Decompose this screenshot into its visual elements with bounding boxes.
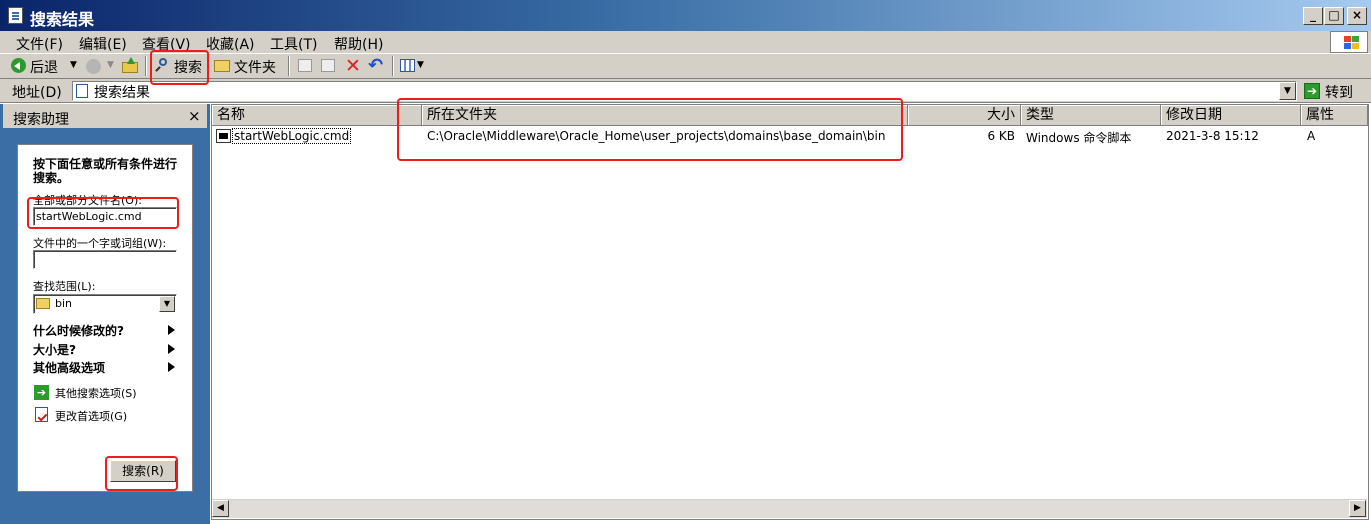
document-icon	[8, 7, 23, 24]
folders-icon[interactable]	[214, 60, 230, 72]
address-dropdown-button[interactable]: ▼	[1279, 82, 1296, 100]
back-dropdown-icon[interactable]: ▼	[70, 60, 77, 70]
word-input[interactable]	[33, 250, 177, 269]
advanced-options-link[interactable]: 其他高级选项	[33, 359, 105, 376]
result-modified: 2021-3-8 15:12	[1166, 129, 1259, 143]
word-label: 文件中的一个字或词组(W):	[33, 237, 167, 250]
copy-to-icon[interactable]	[321, 59, 335, 72]
column-header-type[interactable]: 类型	[1021, 105, 1161, 126]
move-to-icon[interactable]	[298, 59, 312, 72]
minimize-button[interactable]: _	[1303, 7, 1323, 25]
windows-logo-icon	[1330, 31, 1368, 53]
up-folder-icon[interactable]	[122, 57, 138, 74]
other-search-options-link[interactable]: 其他搜索选项(S)	[55, 385, 137, 401]
column-header-size[interactable]: 大小	[908, 105, 1021, 126]
title-bar	[0, 0, 1371, 31]
menu-tools[interactable]: 工具(T)	[270, 34, 317, 54]
result-name[interactable]: startWebLogic.cmd	[232, 128, 352, 144]
go-arrow-icon[interactable]: ➔	[1304, 83, 1320, 99]
highlight-search-toolbar	[150, 50, 209, 85]
scroll-right-button[interactable]: ▶	[1349, 500, 1366, 517]
column-header-attributes[interactable]: 属性	[1301, 105, 1368, 126]
menu-help[interactable]: 帮助(H)	[334, 34, 383, 54]
toolbar-separator	[392, 56, 394, 76]
folders-button[interactable]: 文件夹	[234, 57, 276, 77]
views-icon[interactable]	[400, 59, 415, 72]
lookin-label: 查找范围(L):	[33, 280, 96, 293]
results-list	[211, 104, 1369, 520]
back-button[interactable]: 后退	[30, 57, 58, 77]
toolbar-separator	[145, 56, 147, 76]
close-button[interactable]: ×	[1347, 7, 1367, 25]
expand-arrow-icon[interactable]	[168, 362, 175, 372]
toolbar-separator	[288, 56, 290, 76]
change-preferences-link[interactable]: 更改首选项(G)	[55, 408, 127, 424]
size-link[interactable]: 大小是?	[33, 341, 76, 358]
go-button[interactable]: 转到	[1325, 82, 1353, 102]
expand-arrow-icon[interactable]	[168, 325, 175, 335]
close-panel-button[interactable]: ×	[188, 107, 201, 125]
expand-arrow-icon[interactable]	[168, 344, 175, 354]
forward-arrow-icon[interactable]	[86, 59, 101, 74]
column-header-modified[interactable]: 修改日期	[1161, 105, 1301, 126]
table-row[interactable]: startWebLogic.cmd	[216, 128, 352, 145]
address-label: 地址(D)	[12, 85, 62, 101]
menu-edit[interactable]: 编辑(E)	[79, 34, 127, 54]
highlight-filename	[27, 197, 179, 229]
menu-favorites[interactable]: 收藏(A)	[206, 34, 255, 54]
window-title: 搜索结果	[30, 10, 95, 29]
forward-dropdown-icon[interactable]: ▼	[107, 60, 114, 70]
back-arrow-icon[interactable]	[11, 58, 26, 73]
preferences-icon	[35, 407, 48, 422]
search-intro: 按下面任意或所有条件进行搜索。	[33, 157, 178, 185]
when-modified-link[interactable]: 什么时候修改的?	[33, 322, 124, 339]
search-assistant-title: 搜索助理	[13, 112, 69, 128]
scroll-left-button[interactable]: ◀	[212, 500, 229, 517]
folder-icon	[36, 298, 50, 309]
delete-icon[interactable]: ✕	[345, 55, 361, 77]
menu-file[interactable]: 文件(F)	[16, 34, 63, 54]
command-file-icon	[216, 129, 231, 143]
result-attributes: A	[1307, 129, 1316, 143]
lookin-dropdown-button[interactable]: ▼	[159, 296, 175, 312]
result-type: Windows 命令脚本	[1026, 131, 1132, 145]
search-results-icon	[76, 84, 88, 98]
maximize-button[interactable]: □	[1324, 7, 1344, 25]
highlight-folder	[397, 98, 903, 161]
lookin-value: bin	[55, 297, 73, 310]
highlight-search-button	[105, 456, 178, 491]
views-dropdown-icon[interactable]: ▼	[417, 60, 424, 70]
horizontal-scrollbar[interactable]: ◀ ▶	[212, 499, 1367, 518]
address-value[interactable]: 搜索结果	[94, 82, 150, 102]
result-size: 6 KB	[987, 129, 1015, 143]
arrow-right-icon: ➔	[34, 385, 49, 400]
column-header-name[interactable]: 名称	[212, 105, 422, 126]
undo-icon[interactable]: ↶	[368, 55, 383, 76]
